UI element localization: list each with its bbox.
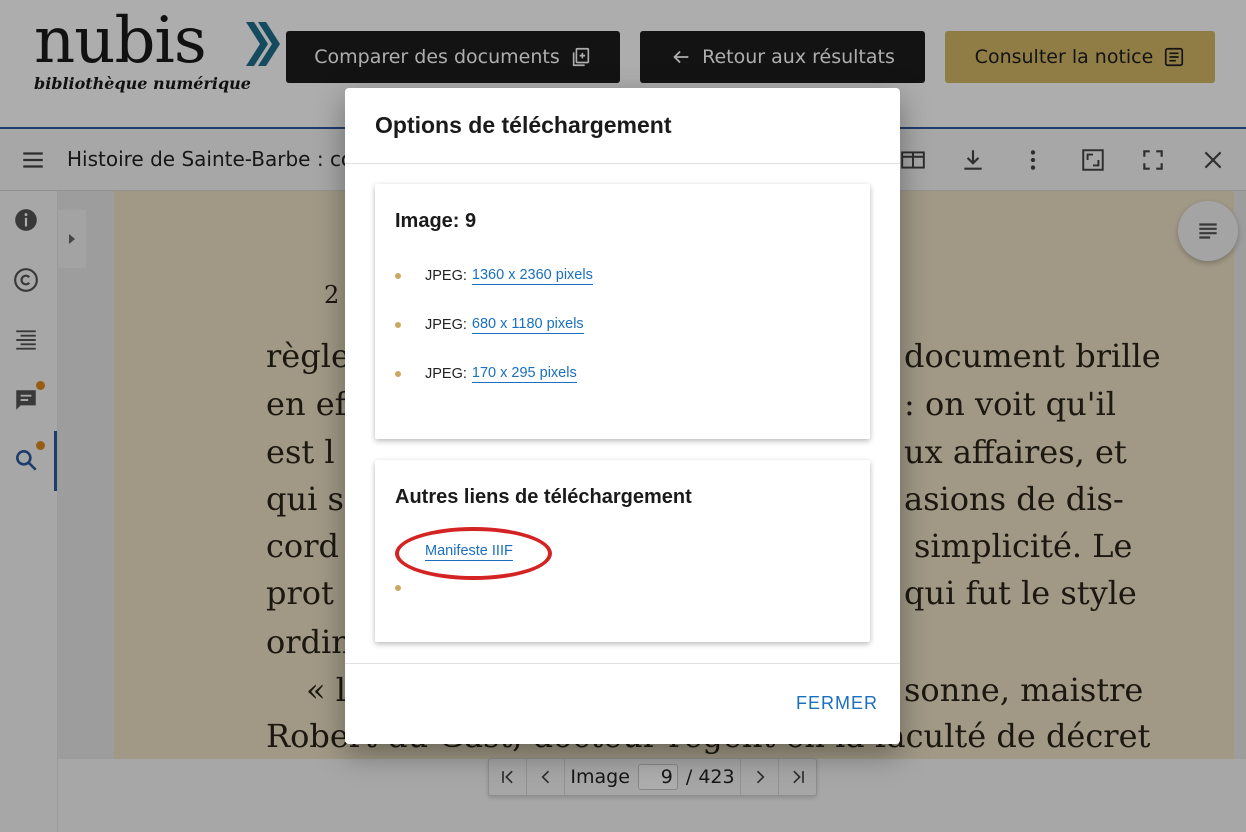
close-dialog-button[interactable]: FERMER	[796, 693, 878, 714]
list-bullet	[395, 273, 401, 279]
download-link-large[interactable]: 1360 x 2360 pixels	[471, 267, 593, 285]
dialog-header-divider	[345, 163, 900, 164]
list-bullet	[395, 322, 401, 328]
image-card-title: Image: 9	[395, 210, 477, 232]
list-bullet	[395, 585, 401, 591]
download-item	[395, 576, 425, 600]
download-link-small[interactable]: 170 x 295 pixels	[471, 365, 577, 383]
download-options-dialog: Options de téléchargement Image: 9 JPEG:…	[345, 88, 900, 744]
format-label: JPEG:	[425, 317, 467, 333]
image-download-card: Image: 9 JPEG: 1360 x 2360 pixels JPEG: …	[375, 184, 870, 439]
download-item: JPEG: 1360 x 2360 pixels	[395, 264, 593, 288]
format-label: JPEG:	[425, 268, 467, 284]
other-links-card-title: Autres liens de téléchargement	[395, 486, 692, 508]
dialog-footer-divider	[345, 663, 900, 664]
list-bullet	[395, 371, 401, 377]
download-item: JPEG: 680 x 1180 pixels	[395, 313, 584, 337]
download-link-medium[interactable]: 680 x 1180 pixels	[471, 316, 584, 334]
download-item: JPEG: 170 x 295 pixels	[395, 362, 577, 386]
highlight-annotation-circle	[395, 527, 552, 580]
format-label: JPEG:	[425, 366, 467, 382]
dialog-title: Options de téléchargement	[375, 112, 672, 138]
